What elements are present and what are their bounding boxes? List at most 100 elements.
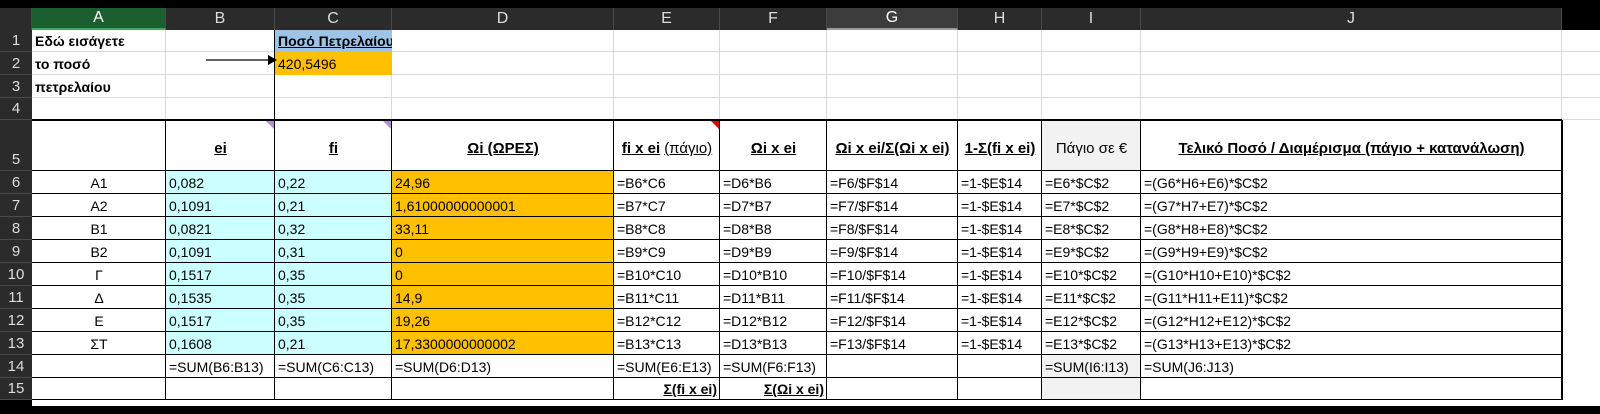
row-7-col-a[interactable]: Α2 (32, 194, 166, 217)
row-9-col-c[interactable]: 0,31 (275, 240, 392, 263)
row-8-col-d[interactable]: 33,11 (392, 217, 614, 240)
row-7-col-c[interactable]: 0,21 (275, 194, 392, 217)
row-13-col-a[interactable]: ΣΤ (32, 332, 166, 355)
row-12-col-d[interactable]: 19,26 (392, 309, 614, 332)
footer-e[interactable]: Σ(fi x ei) (614, 378, 720, 400)
row-9-col-e[interactable]: =B9*C9 (614, 240, 720, 263)
row-10-col-h[interactable]: =1-$E$14 (958, 263, 1042, 286)
row-12-col-e[interactable]: =B12*C12 (614, 309, 720, 332)
row-7-col-j[interactable]: =(G7*H7+E7)*$C$2 (1141, 194, 1562, 217)
row-6-col-f[interactable]: =D6*B6 (720, 171, 827, 194)
comment-indicator-e5[interactable] (711, 121, 719, 129)
row-header-3[interactable]: 3 (0, 75, 32, 98)
row-9-col-h[interactable]: =1-$E$14 (958, 240, 1042, 263)
comment-indicator-b5[interactable] (266, 121, 274, 129)
row-header-14[interactable]: 14 (0, 355, 32, 378)
row-8-col-e[interactable]: =B8*C8 (614, 217, 720, 240)
row-10-col-g[interactable]: =F10/$F$14 (827, 263, 958, 286)
total-c[interactable]: =SUM(C6:C13) (275, 355, 392, 378)
footer-empty-b[interactable] (166, 378, 275, 400)
total-i[interactable]: =SUM(I6:I13) (1042, 355, 1141, 378)
row-header-9[interactable]: 9 (0, 240, 32, 263)
row-10-col-j[interactable]: =(G10*H10+E10)*$C$2 (1141, 263, 1562, 286)
note-line-1[interactable]: Εδώ εισάγετε (32, 30, 166, 52)
row-13-col-i[interactable]: =E13*$C$2 (1042, 332, 1141, 355)
oil-amount-input[interactable]: 420,5496 (275, 52, 392, 75)
row-header-6[interactable]: 6 (0, 171, 32, 194)
total-b[interactable]: =SUM(B6:B13) (166, 355, 275, 378)
row-7-col-h[interactable]: =1-$E$14 (958, 194, 1042, 217)
row-9-col-i[interactable]: =E9*$C$2 (1042, 240, 1141, 263)
row-7-col-g[interactable]: =F7/$F$14 (827, 194, 958, 217)
row-8-col-h[interactable]: =1-$E$14 (958, 217, 1042, 240)
row-11-col-b[interactable]: 0,1535 (166, 286, 275, 309)
row-13-col-d[interactable]: 17,3300000000002 (392, 332, 614, 355)
row-13-col-c[interactable]: 0,21 (275, 332, 392, 355)
row-7-col-f[interactable]: =D7*B7 (720, 194, 827, 217)
row-header-5[interactable]: 5 (0, 120, 32, 171)
row-13-col-b[interactable]: 0,1608 (166, 332, 275, 355)
row-12-col-i[interactable]: =E12*$C$2 (1042, 309, 1141, 332)
total-empty-g[interactable] (827, 355, 958, 378)
row-6-col-h[interactable]: =1-$E$14 (958, 171, 1042, 194)
row-8-col-j[interactable]: =(G8*H8+E8)*$C$2 (1141, 217, 1562, 240)
footer-empty-i[interactable] (1042, 378, 1141, 400)
footer-f[interactable]: Σ(Ωi x ei) (720, 378, 827, 400)
footer-empty-a[interactable] (32, 378, 166, 400)
header-hours-x-ei[interactable]: Ωi x ei (720, 120, 827, 171)
row-10-col-i[interactable]: =E10*$C$2 (1042, 263, 1141, 286)
row-13-col-j[interactable]: =(G13*H13+E13)*$C$2 (1141, 332, 1562, 355)
header-final-amount[interactable]: Τελικό Ποσό / Διαμέρισμα (πάγιο + κατανά… (1141, 120, 1562, 171)
row-header-15[interactable]: 15 (0, 378, 32, 400)
column-header-d[interactable]: D (392, 8, 614, 30)
row-10-col-a[interactable]: Γ (32, 263, 166, 286)
footer-empty-c[interactable] (275, 378, 392, 400)
column-header-i[interactable]: I (1042, 8, 1141, 30)
row-header-13[interactable]: 13 (0, 332, 32, 355)
row-7-col-e[interactable]: =B7*C7 (614, 194, 720, 217)
row-6-col-i[interactable]: =E6*$C$2 (1042, 171, 1141, 194)
column-header-h[interactable]: H (958, 8, 1042, 30)
row-8-col-a[interactable]: Β1 (32, 217, 166, 240)
header-hours[interactable]: Ωi (ΩΡΕΣ) (392, 120, 614, 171)
row-6-col-g[interactable]: =F6/$F$14 (827, 171, 958, 194)
total-empty-h[interactable] (958, 355, 1042, 378)
note-line-2[interactable]: το ποσό (32, 52, 166, 75)
row-11-col-i[interactable]: =E11*$C$2 (1042, 286, 1141, 309)
column-header-e[interactable]: E (614, 8, 720, 30)
row-8-col-g[interactable]: =F8/$F$14 (827, 217, 958, 240)
row-12-col-j[interactable]: =(G12*H12+E12)*$C$2 (1141, 309, 1562, 332)
row-10-col-e[interactable]: =B10*C10 (614, 263, 720, 286)
row-13-col-f[interactable]: =D13*B13 (720, 332, 827, 355)
row-header-7[interactable]: 7 (0, 194, 32, 217)
header-one-minus-sum[interactable]: 1-Σ(fi x ei) (958, 120, 1042, 171)
column-header-g[interactable]: G (827, 8, 958, 30)
row-header-11[interactable]: 11 (0, 286, 32, 309)
row-6-col-e[interactable]: =B6*C6 (614, 171, 720, 194)
row-header-4[interactable]: 4 (0, 98, 32, 120)
row-header-8[interactable]: 8 (0, 217, 32, 240)
row-11-col-h[interactable]: =1-$E$14 (958, 286, 1042, 309)
oil-amount-label[interactable]: Ποσό Πετρελαίου (275, 30, 392, 52)
footer-empty-g[interactable] (827, 378, 958, 400)
row-6-col-c[interactable]: 0,22 (275, 171, 392, 194)
row-9-col-f[interactable]: =D9*B9 (720, 240, 827, 263)
row-12-col-f[interactable]: =D12*B12 (720, 309, 827, 332)
header-share[interactable]: Ωi x ei/Σ(Ωi x ei) (827, 120, 958, 171)
row-9-col-d[interactable]: 0 (392, 240, 614, 263)
header-ei[interactable]: ei (166, 120, 275, 171)
column-header-f[interactable]: F (720, 8, 827, 30)
row-header-2[interactable]: 2 (0, 52, 32, 75)
row-header-10[interactable]: 10 (0, 263, 32, 286)
row-11-col-j[interactable]: =(G11*H11+E11)*$C$2 (1141, 286, 1562, 309)
row-6-col-j[interactable]: =(G6*H6+E6)*$C$2 (1141, 171, 1562, 194)
row-6-col-d[interactable]: 24,96 (392, 171, 614, 194)
row-11-col-g[interactable]: =F11/$F$14 (827, 286, 958, 309)
column-header-b[interactable]: B (166, 8, 275, 30)
row-12-col-b[interactable]: 0,1517 (166, 309, 275, 332)
header-fi[interactable]: fi (275, 120, 392, 171)
footer-empty-d[interactable] (392, 378, 614, 400)
row-7-col-d[interactable]: 1,61000000000001 (392, 194, 614, 217)
row-12-col-c[interactable]: 0,35 (275, 309, 392, 332)
header-fixed-euro[interactable]: Πάγιο σε € (1042, 120, 1141, 171)
